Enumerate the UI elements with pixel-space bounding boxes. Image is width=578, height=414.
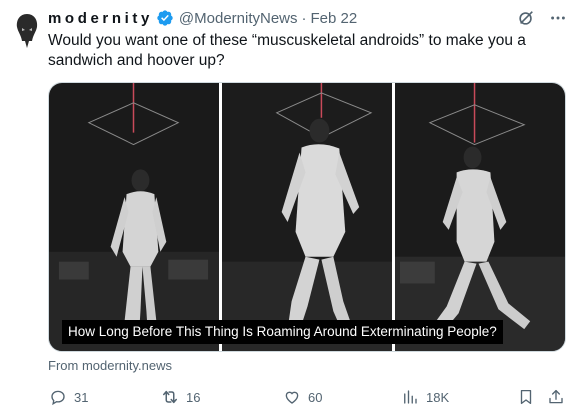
tweet-header: modernity @ModernityNews · Feb 22 bbox=[48, 8, 568, 28]
tweet-date[interactable]: Feb 22 bbox=[311, 10, 358, 27]
media-grid[interactable] bbox=[48, 82, 566, 352]
reply-count: 31 bbox=[74, 389, 89, 405]
verified-badge-icon bbox=[156, 9, 174, 27]
media-image-1[interactable] bbox=[49, 83, 219, 351]
like-button[interactable]: 60 bbox=[282, 387, 322, 407]
more-icon[interactable] bbox=[548, 8, 568, 28]
retweet-icon bbox=[160, 387, 180, 407]
bookmark-icon bbox=[516, 387, 536, 407]
bookmark-button[interactable] bbox=[516, 387, 542, 407]
views-icon bbox=[400, 387, 420, 407]
reply-icon bbox=[48, 387, 68, 407]
media-image-3[interactable] bbox=[395, 83, 565, 351]
media-image-2[interactable] bbox=[222, 83, 392, 351]
views-button[interactable]: 18K bbox=[400, 387, 449, 407]
media-caption: How Long Before This Thing Is Roaming Ar… bbox=[62, 320, 503, 344]
action-bar: 31 16 60 18K bbox=[48, 385, 568, 409]
views-count: 18K bbox=[426, 389, 450, 405]
media-source-link[interactable]: From modernity.news bbox=[48, 358, 172, 373]
author-name[interactable]: modernity bbox=[48, 10, 153, 27]
like-icon bbox=[282, 387, 302, 407]
share-button[interactable] bbox=[546, 387, 572, 407]
tweet-text: Would you want one of these “muscuskelet… bbox=[48, 32, 526, 69]
share-icon bbox=[546, 387, 566, 407]
like-count: 60 bbox=[308, 389, 323, 405]
retweet-button[interactable]: 16 bbox=[160, 387, 200, 407]
retweet-count: 16 bbox=[186, 389, 201, 405]
author-handle[interactable]: @ModernityNews bbox=[179, 10, 298, 27]
grok-icon[interactable] bbox=[516, 8, 536, 28]
reply-button[interactable]: 31 bbox=[48, 387, 88, 407]
separator-dot: · bbox=[301, 9, 307, 27]
avatar[interactable] bbox=[6, 8, 48, 50]
